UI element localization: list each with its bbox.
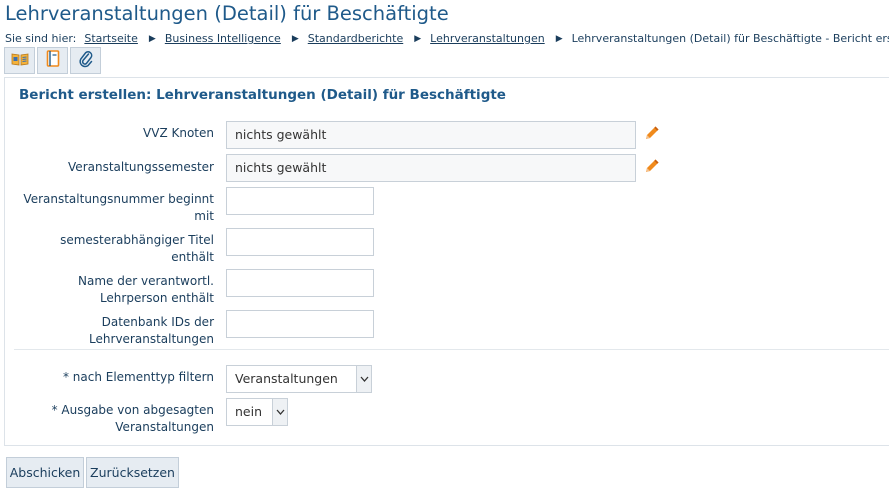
semester-field[interactable]: nichts gewählt bbox=[226, 154, 636, 182]
chevron-down-icon[interactable] bbox=[356, 366, 371, 392]
reset-button[interactable]: Zurücksetzen bbox=[86, 457, 179, 488]
pencil-edit-icon[interactable] bbox=[643, 124, 661, 142]
submit-button[interactable]: Abschicken bbox=[6, 457, 84, 488]
chevron-right-icon: ▶ bbox=[291, 33, 299, 44]
datenbank-ids-label: Datenbank IDs der Lehrveranstaltungen bbox=[89, 315, 214, 346]
report-book-icon bbox=[11, 51, 29, 71]
vvz-knoten-label: VVZ Knoten bbox=[143, 126, 214, 140]
titel-label: semesterabhängiger Titel enthält bbox=[60, 233, 214, 264]
elementtyp-selected-value: Veranstaltungen bbox=[235, 371, 338, 386]
report-form-panel: Bericht erstellen: Lehrveranstaltungen (… bbox=[4, 77, 889, 446]
breadcrumb-link-business-intelligence[interactable]: Business Intelligence bbox=[165, 32, 281, 45]
chevron-right-icon: ▶ bbox=[414, 33, 422, 44]
semester-label: Veranstaltungssemester bbox=[68, 160, 214, 174]
abgesagt-selected-value: nein bbox=[235, 404, 263, 419]
toolbar bbox=[4, 47, 101, 74]
breadcrumb-link-standardberichte[interactable]: Standardberichte bbox=[308, 32, 403, 45]
breadcrumb-link-lehrveranstaltungen[interactable]: Lehrveranstaltungen bbox=[430, 32, 545, 45]
chevron-down-icon[interactable] bbox=[272, 399, 287, 425]
datenbank-ids-input[interactable] bbox=[226, 310, 374, 338]
veranstaltungsnummer-label: Veranstaltungsnummer beginnt mit bbox=[23, 192, 214, 223]
section-divider bbox=[14, 349, 889, 350]
attachment-button[interactable] bbox=[70, 47, 101, 74]
breadcrumb-current: Lehrveranstaltungen (Detail) für Beschäf… bbox=[571, 32, 889, 45]
paperclip-icon bbox=[78, 50, 93, 72]
page-title: Lehrveranstaltungen (Detail) für Beschäf… bbox=[5, 2, 449, 25]
elementtyp-label: * nach Elementtyp filtern bbox=[62, 370, 214, 384]
elementtyp-select[interactable]: Veranstaltungen bbox=[226, 365, 372, 393]
vvz-knoten-field[interactable]: nichts gewählt bbox=[226, 121, 636, 149]
chevron-right-icon: ▶ bbox=[148, 33, 156, 44]
titel-input[interactable] bbox=[226, 228, 374, 256]
notebook-button[interactable] bbox=[37, 47, 68, 74]
breadcrumb-link-startseite[interactable]: Startseite bbox=[84, 32, 138, 45]
lehrperson-input[interactable] bbox=[226, 269, 374, 297]
breadcrumb-lead: Sie sind hier: bbox=[5, 32, 77, 45]
veranstaltungsnummer-input[interactable] bbox=[226, 187, 374, 215]
abgesagt-label: * Ausgabe von abgesagten Veranstaltungen bbox=[51, 403, 214, 434]
breadcrumb: Sie sind hier: Startseite ▶ Business Int… bbox=[5, 32, 889, 45]
pencil-edit-icon[interactable] bbox=[643, 157, 661, 175]
lehrperson-label: Name der verantwortl. Lehrperson enthält bbox=[78, 274, 214, 305]
notebook-icon bbox=[46, 50, 60, 71]
chevron-right-icon: ▶ bbox=[555, 33, 563, 44]
form-title: Bericht erstellen: Lehrveranstaltungen (… bbox=[19, 87, 506, 103]
abgesagt-select[interactable]: nein bbox=[226, 398, 288, 426]
report-button[interactable] bbox=[4, 47, 35, 74]
